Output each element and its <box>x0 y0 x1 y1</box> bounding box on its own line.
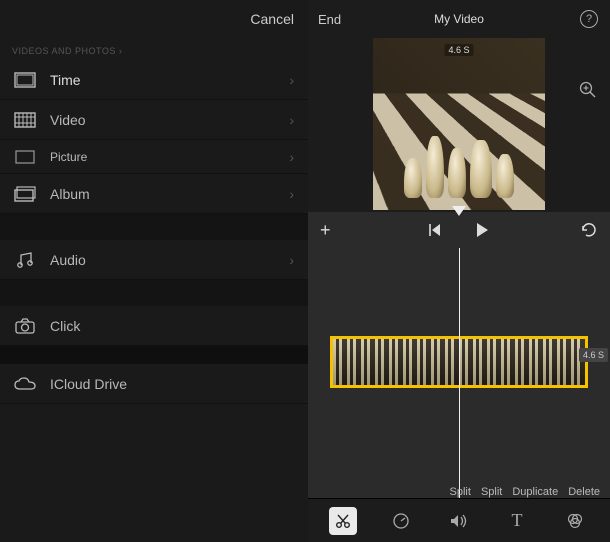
menu-label: Audio <box>50 252 275 268</box>
music-icon <box>14 251 36 269</box>
menu-item-icloud[interactable]: ICloud Drive <box>0 364 308 404</box>
menu-item-time[interactable]: Time › <box>0 60 308 100</box>
done-button[interactable]: End <box>318 12 341 27</box>
play-button[interactable] <box>474 222 490 238</box>
divider <box>0 280 308 306</box>
menu-label: Click <box>50 318 294 334</box>
tool-bar: T <box>308 498 610 542</box>
split-button[interactable]: Split <box>450 486 471 498</box>
chevron-right-icon: › <box>289 72 294 88</box>
divider <box>0 346 308 364</box>
menu-label: Picture <box>50 150 275 164</box>
filter-tool-icon[interactable] <box>561 507 589 535</box>
menu-item-audio[interactable]: Audio › <box>0 240 308 280</box>
editor-panel: End My Video ? 4.6 S + <box>308 0 610 542</box>
menu-label: Album <box>50 186 275 202</box>
video-preview[interactable]: 4.6 S <box>308 38 610 212</box>
menu-item-album[interactable]: Album › <box>0 174 308 214</box>
cancel-button[interactable]: Cancel <box>250 11 294 27</box>
section-header-videos-photos: VIDEOS AND PHOTOS › <box>0 38 308 60</box>
preview-duration-badge: 4.6 S <box>444 44 473 56</box>
text-tool-icon[interactable]: T <box>503 507 531 535</box>
clip-duration-badge: 4.6 S <box>579 348 608 362</box>
zoom-icon[interactable] <box>578 80 598 100</box>
editor-top-bar: End My Video ? <box>308 0 610 38</box>
cloud-icon <box>14 377 36 391</box>
playhead-marker-icon <box>452 206 466 216</box>
duplicate-button[interactable]: Duplicate <box>512 486 558 498</box>
divider <box>0 214 308 240</box>
add-media-button[interactable]: + <box>320 220 331 241</box>
help-icon[interactable]: ? <box>580 10 598 28</box>
clip-actions: Split Split Duplicate Delete <box>450 486 600 498</box>
time-icon <box>14 72 36 88</box>
menu-label: Time <box>50 72 275 88</box>
undo-button[interactable] <box>580 222 598 238</box>
camera-icon <box>14 318 36 334</box>
skip-back-button[interactable] <box>428 223 442 237</box>
timeline[interactable]: 4.6 S Split Split Duplicate Delete T <box>308 248 610 542</box>
volume-tool-icon[interactable] <box>445 507 473 535</box>
menu-item-video[interactable]: Video › <box>0 100 308 140</box>
preview-frame: 4.6 S <box>373 38 545 210</box>
menu-label: Video <box>50 112 275 128</box>
chevron-right-icon: › <box>289 149 294 165</box>
album-icon <box>14 186 36 202</box>
menu-item-picture[interactable]: Picture › <box>0 140 308 174</box>
project-title: My Video <box>434 12 484 26</box>
delete-button[interactable]: Delete <box>568 486 600 498</box>
media-sidebar: Cancel VIDEOS AND PHOTOS › Time › Video … <box>0 0 308 542</box>
cut-tool-icon[interactable] <box>329 507 357 535</box>
speed-tool-icon[interactable] <box>387 507 415 535</box>
chevron-right-icon: › <box>289 112 294 128</box>
split-button-2[interactable]: Split <box>481 486 502 498</box>
menu-label: ICloud Drive <box>50 376 294 392</box>
film-icon <box>14 112 36 128</box>
chevron-right-icon: › <box>289 252 294 268</box>
picture-icon <box>14 150 36 164</box>
menu-item-camera[interactable]: Click <box>0 306 308 346</box>
playback-controls: + <box>308 212 610 248</box>
chevron-right-icon: › <box>289 186 294 202</box>
